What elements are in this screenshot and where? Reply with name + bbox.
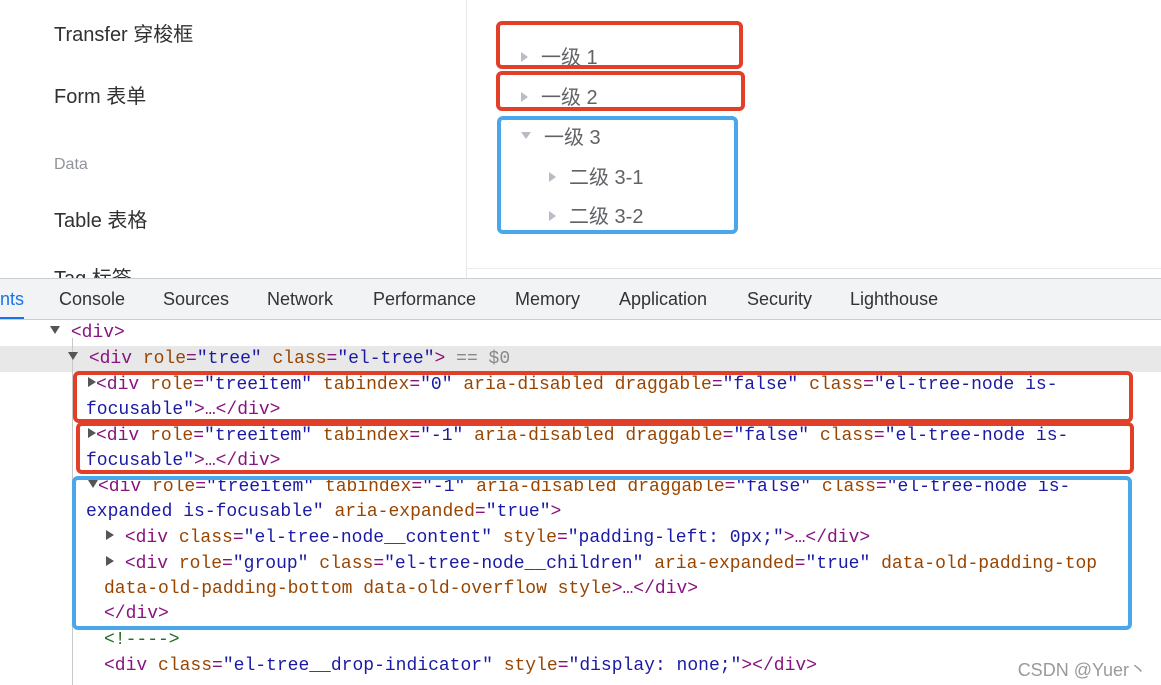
dom-line-tree[interactable]: <div role="tree" class="el-tree"> == $0: [68, 347, 510, 372]
tab-elements[interactable]: nts: [0, 279, 24, 319]
highlight-box-node2: [496, 71, 745, 111]
tree-demo: 一级 1 一级 2 一级 3 二级 3-1 二级 3-2: [467, 0, 1161, 278]
dom-line-div[interactable]: <div>: [50, 321, 125, 346]
divider: [467, 268, 1161, 269]
elements-dom-tree: <div> <div role="tree" class="el-tree"> …: [0, 320, 1161, 685]
highlight-box-node1: [496, 21, 743, 69]
devtools-tab-bar: nts Console Sources Network Performance …: [0, 278, 1161, 320]
watermark: CSDN @Yuer丶: [1017, 660, 1147, 680]
sidebar-item-form[interactable]: Form 表单: [54, 80, 146, 109]
collapse-triangle-icon[interactable]: [68, 352, 78, 361]
highlight-box-dom-node2: [76, 422, 1134, 474]
dom-line-drop-indicator[interactable]: <div class="el-tree__drop-indicator" sty…: [104, 654, 817, 679]
collapse-triangle-icon[interactable]: [50, 326, 60, 335]
tab-lighthouse[interactable]: Lighthouse: [850, 279, 938, 319]
sidebar-group-data: Data: [54, 156, 88, 173]
highlight-box-dom-node1: [73, 371, 1133, 423]
dom-line-comment[interactable]: <!---->: [104, 628, 180, 653]
tab-console[interactable]: Console: [59, 279, 125, 319]
tab-sources[interactable]: Sources: [163, 279, 229, 319]
sidebar-item-tag[interactable]: Tag 标签: [54, 262, 132, 278]
highlight-box-dom-node3: [72, 476, 1132, 630]
tab-application[interactable]: Application: [619, 279, 707, 319]
tab-memory[interactable]: Memory: [515, 279, 580, 319]
active-tab-indicator: [0, 317, 24, 319]
sidebar-item-transfer[interactable]: Transfer 穿梭框: [54, 18, 193, 47]
tab-performance[interactable]: Performance: [373, 279, 476, 319]
sidebar-item-table[interactable]: Table 表格: [54, 204, 147, 233]
component-sidebar: Transfer 穿梭框 Form 表单 Data Table 表格 Tag 标…: [0, 0, 467, 278]
highlight-box-node3: [497, 116, 738, 234]
tab-security[interactable]: Security: [747, 279, 812, 319]
page-preview: Transfer 穿梭框 Form 表单 Data Table 表格 Tag 标…: [0, 0, 1161, 278]
tab-network[interactable]: Network: [267, 279, 333, 319]
